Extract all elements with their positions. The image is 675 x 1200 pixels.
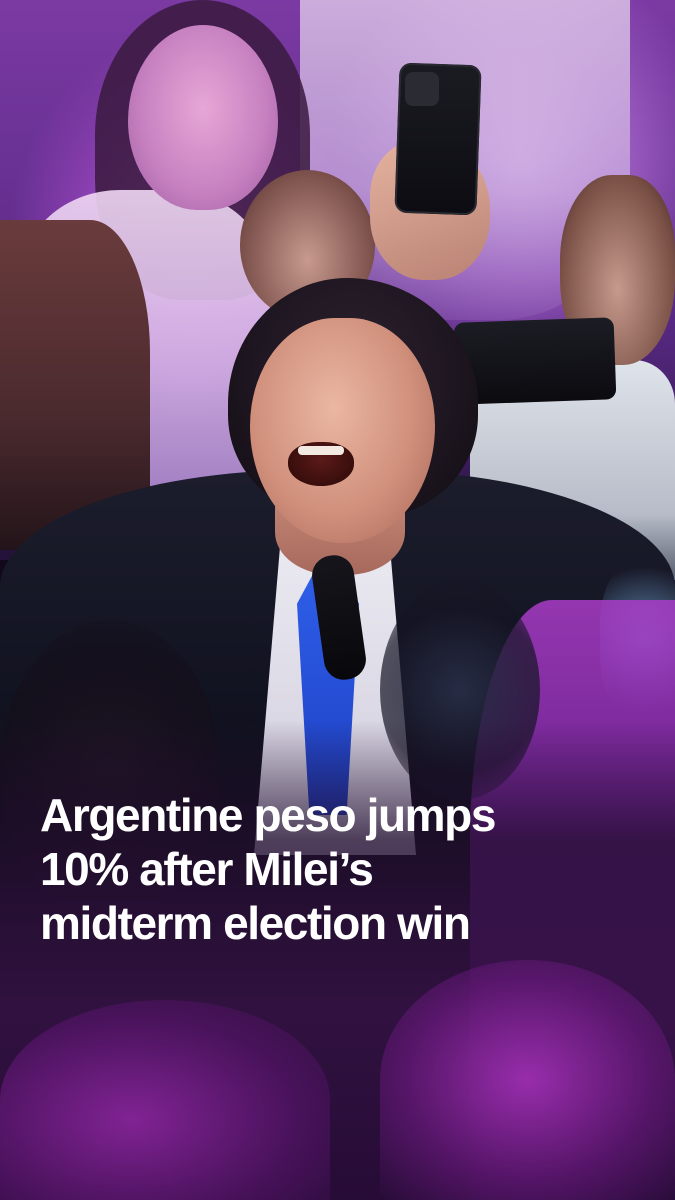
- story-headline: Argentine peso jumps 10% after Milei’s m…: [40, 788, 640, 950]
- bottom-purple-blur-left: [0, 1000, 330, 1200]
- speaker-teeth: [298, 446, 344, 455]
- headline-line-3: midterm election win: [40, 897, 471, 949]
- headline-line-2: 10% after Milei’s: [40, 843, 374, 895]
- phone-camera: [405, 72, 439, 106]
- screen-woman-face: [128, 25, 278, 210]
- speaker-face: [250, 318, 435, 543]
- headline-line-1: Argentine peso jumps: [40, 789, 496, 841]
- held-phone: [453, 317, 617, 405]
- news-story-card: Argentine peso jumps 10% after Milei’s m…: [0, 0, 675, 1200]
- bottom-purple-blur-right: [380, 960, 675, 1200]
